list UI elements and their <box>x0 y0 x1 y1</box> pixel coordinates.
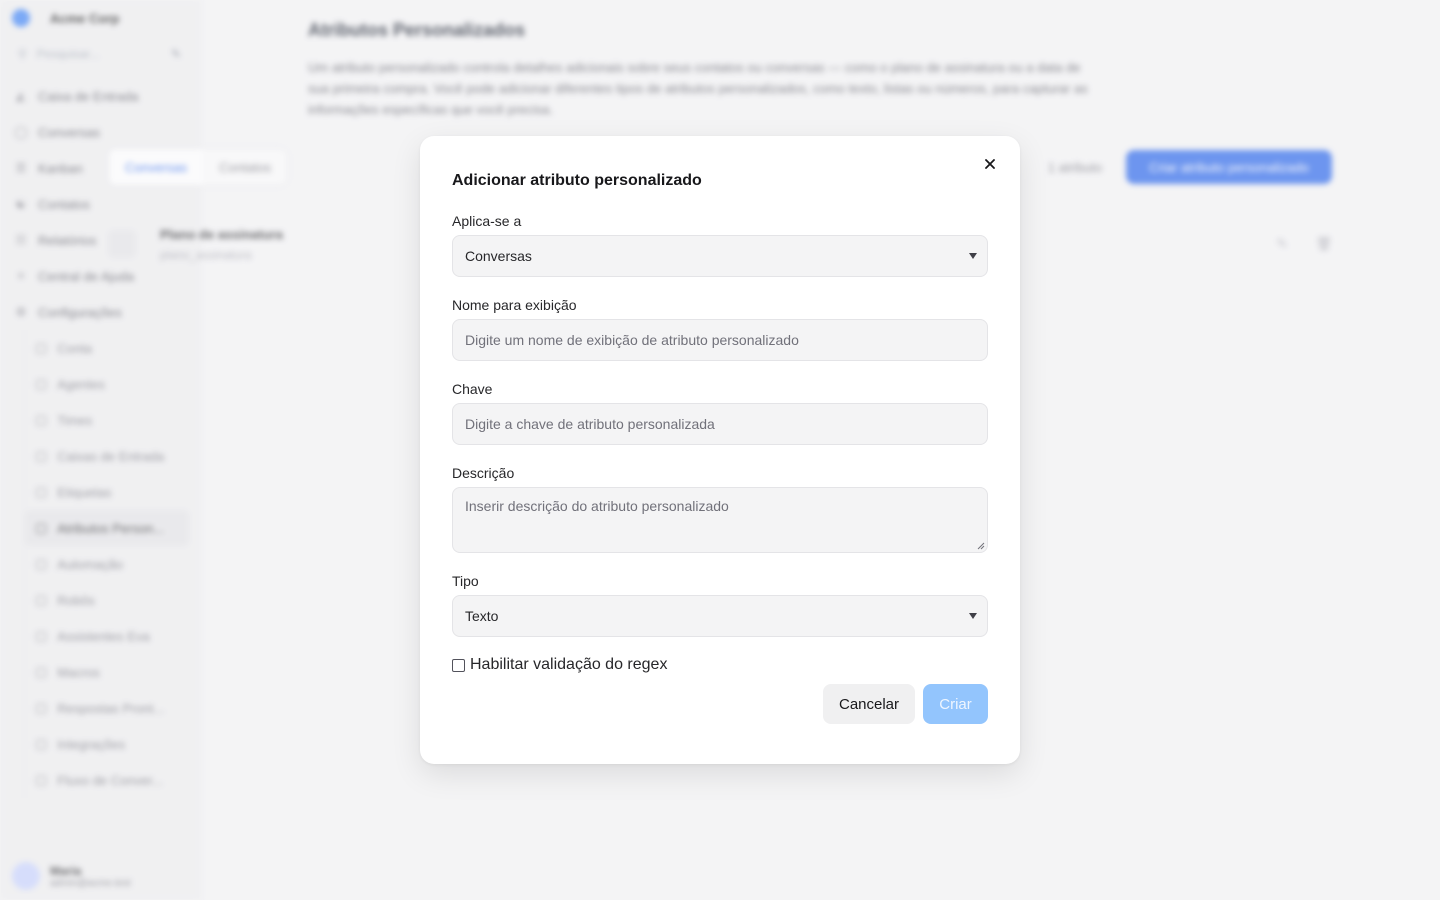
description-textarea[interactable]: Inserir descrição do atributo personaliz… <box>452 487 988 553</box>
type-select[interactable]: Texto <box>452 595 988 637</box>
close-icon[interactable] <box>980 154 1000 174</box>
key-label: Chave <box>452 381 493 397</box>
chevron-down-icon <box>969 253 977 259</box>
regex-checkbox[interactable] <box>452 658 465 672</box>
display-name-input[interactable]: Digite um nome de exibição de atributo p… <box>452 319 988 361</box>
description-label: Descrição <box>452 465 515 481</box>
applies-to-select[interactable]: Conversas <box>452 235 988 277</box>
cancel-button[interactable]: Cancelar <box>823 684 915 724</box>
regex-option: Habilitar validação do regex <box>452 656 667 674</box>
resize-handle-icon[interactable] <box>977 542 985 550</box>
chevron-down-icon <box>969 613 977 619</box>
create-button[interactable]: Criar <box>923 684 988 724</box>
display-name-label: Nome para exibição <box>452 297 577 313</box>
applies-to-value: Conversas <box>465 248 532 264</box>
type-label: Tipo <box>452 573 479 589</box>
modal-title: Adicionar atributo personalizado <box>452 172 702 189</box>
description-placeholder: Inserir descrição do atributo personaliz… <box>465 498 729 514</box>
regex-checkbox-label[interactable]: Habilitar validação do regex <box>470 656 667 674</box>
add-attribute-modal: Adicionar atributo personalizado Aplica-… <box>420 136 1020 764</box>
applies-to-label: Aplica-se a <box>452 213 522 229</box>
key-input[interactable]: Digite a chave de atributo personalizada <box>452 403 988 445</box>
type-value: Texto <box>465 608 499 624</box>
